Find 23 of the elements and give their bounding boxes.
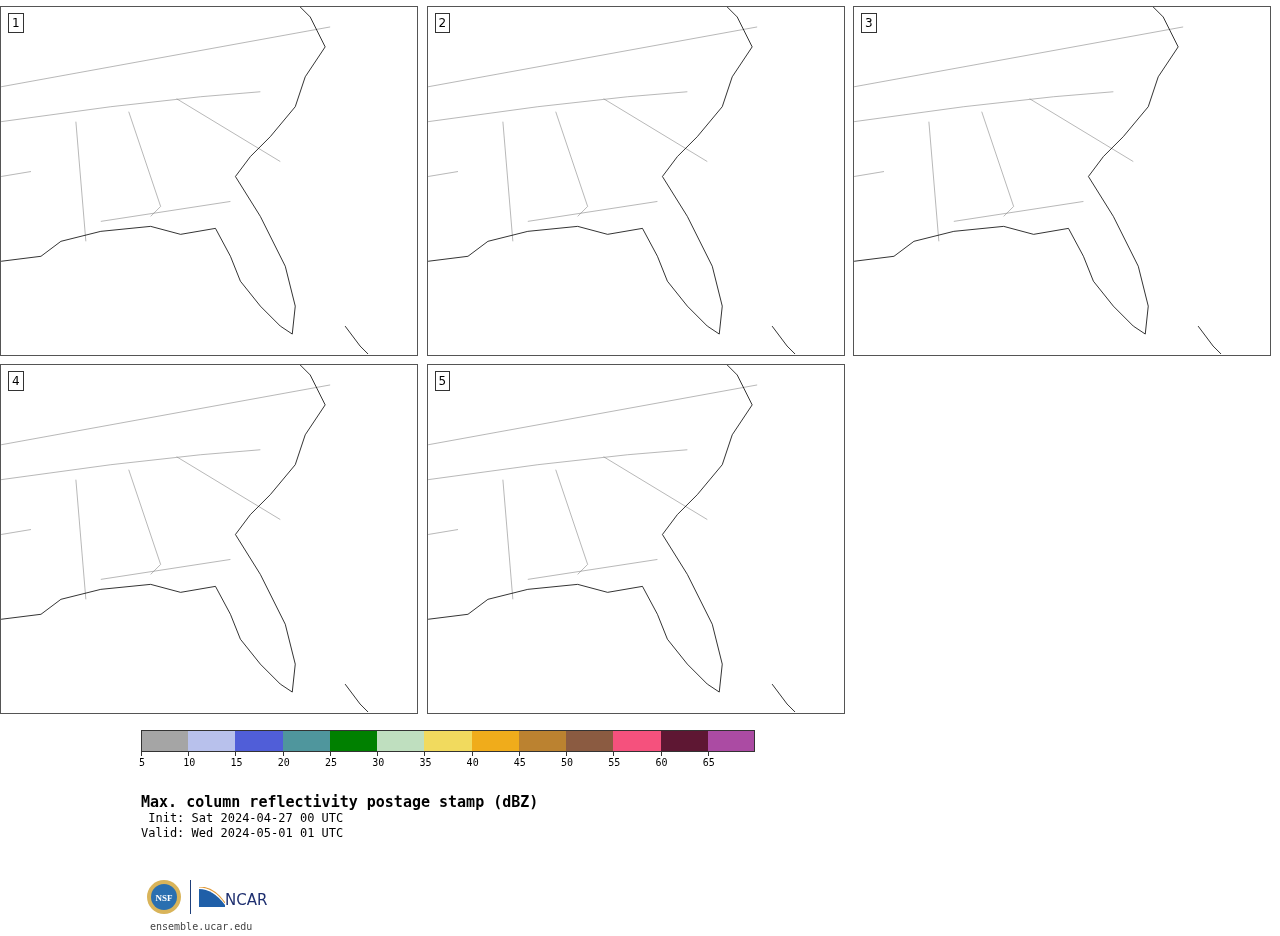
tick-label: 5 [139, 757, 145, 768]
panel-number: 4 [8, 371, 24, 391]
tick-label: 25 [324, 757, 337, 768]
tick-label: 50 [561, 757, 574, 768]
site-link[interactable]: ensemble.ucar.edu [150, 921, 253, 932]
tick-label: 10 [183, 757, 196, 768]
ncar-wordmark: NCAR [225, 893, 268, 907]
tick-label: 20 [277, 757, 290, 768]
tick-label: 55 [608, 757, 621, 768]
tick-label: 45 [513, 757, 526, 768]
chart-title: Max. column reflectivity postage stamp (dBZ) [141, 793, 540, 811]
panel-number: 1 [8, 13, 24, 33]
panel-number: 3 [861, 13, 877, 33]
tick-label: 35 [419, 757, 432, 768]
tick-label: 40 [466, 757, 479, 768]
tick-label: 60 [655, 757, 668, 768]
tick-label: 65 [702, 757, 715, 768]
tick-label: 15 [230, 757, 243, 768]
init-time: Init: Sat 2024-04-27 00 UTC [147, 811, 345, 826]
tick-label: 30 [372, 757, 385, 768]
ncar-mark-icon [199, 887, 225, 907]
nsf-logo: NSF [146, 879, 182, 915]
valid-time: Valid: Wed 2024-05-01 01 UTC [141, 826, 345, 841]
